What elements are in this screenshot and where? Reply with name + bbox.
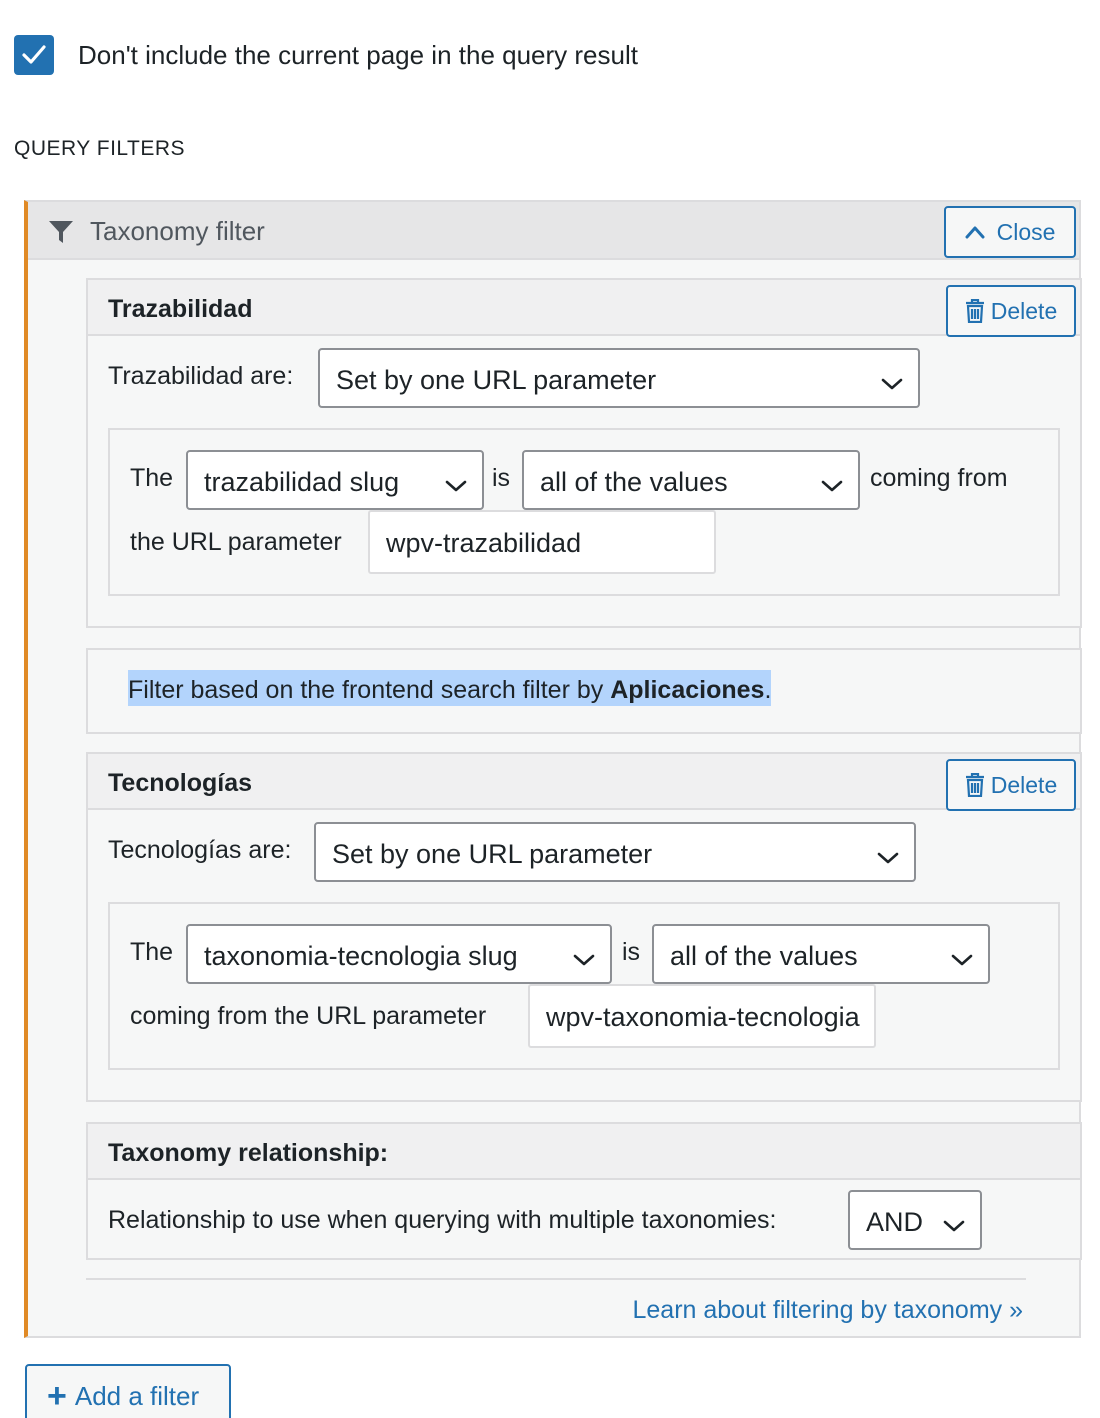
operator-select[interactable]: all of the values [652,924,990,984]
chevron-down-icon [876,842,900,873]
panel-head: Tecnologías [88,754,1080,810]
frontend-filter-info: Filter based on the frontend search filt… [86,648,1082,734]
chevron-down-icon [942,1210,966,1241]
url-param-input[interactable]: wpv-taxonomia-tecnologia [528,984,876,1048]
info-prefix: Filter based on the frontend search filt… [128,676,611,704]
the-label: The [130,464,174,492]
field-value: trazabilidad slug [204,467,400,497]
delete-button[interactable]: Delete [946,759,1076,811]
chevron-down-icon [572,944,596,975]
close-button[interactable]: Close [944,206,1076,258]
filter-header: Taxonomy filter [28,202,1079,260]
is-label: is [492,464,511,492]
operator-value: all of the values [540,467,728,497]
chevron-down-icon [880,368,904,399]
trash-icon [965,299,985,323]
chevron-down-icon [950,944,974,975]
field-select[interactable]: trazabilidad slug [186,450,484,510]
panel-title: Tecnologías [108,769,253,797]
is-label: is [622,938,641,966]
relationship-head: Taxonomy relationship: [88,1124,1080,1180]
filter-panel-trazabilidad: Trazabilidad Delete Trazabilidad are: Se… [86,278,1082,628]
close-label: Close [996,218,1056,245]
exclude-current-checkbox[interactable] [14,35,54,75]
filter-panel-tecnologias: Tecnologías Delete Tecnologías are: Set … [86,752,1082,1102]
delete-button[interactable]: Delete [946,285,1076,337]
section-title: QUERY FILTERS [14,137,186,160]
exclude-current-row: Don't include the current page in the qu… [14,35,638,75]
mode-select[interactable]: Set by one URL parameter [314,822,916,882]
funnel-icon [48,219,74,252]
learn-filtering-link[interactable]: Learn about filtering by taxonomy » [632,1296,1023,1325]
info-taxonomy-name: Aplicaciones [610,676,765,704]
filter-title: Taxonomy filter [90,216,265,246]
url-param-value: wpv-taxonomia-tecnologia [546,1002,860,1032]
plus-icon: + [47,1377,67,1415]
relationship-value: AND [866,1207,924,1237]
relationship-select[interactable]: AND [848,1190,982,1250]
chevron-down-icon [820,470,844,501]
delete-label: Delete [990,771,1058,798]
param-settings-box: The trazabilidad slug is all of the valu… [108,428,1060,596]
divider [86,1278,1026,1280]
mode-value: Set by one URL parameter [332,839,653,869]
delete-label: Delete [990,297,1058,324]
field-value: taxonomia-tecnologia slug [204,941,518,971]
url-param-label: the URL parameter [130,528,342,556]
url-param-value: wpv-trazabilidad [386,528,582,558]
coming-from-label: coming from [870,464,1008,492]
field-select[interactable]: taxonomia-tecnologia slug [186,924,612,984]
are-label: Trazabilidad are: [108,362,294,390]
url-param-input[interactable]: wpv-trazabilidad [368,510,716,574]
chevron-down-icon [444,470,468,501]
taxonomy-relationship-panel: Taxonomy relationship: Relationship to u… [86,1122,1082,1260]
param-settings-box: The taxonomia-tecnologia slug is all of … [108,902,1060,1070]
mode-value: Set by one URL parameter [336,365,657,395]
chevron-up-icon [965,225,985,239]
exclude-current-label[interactable]: Don't include the current page in the qu… [78,40,638,71]
add-filter-label: Add a filter [74,1380,200,1411]
taxonomy-filter-box: Taxonomy filter Close Trazabilidad Delet… [24,200,1082,1338]
trash-icon [965,773,985,797]
relationship-label: Relationship to use when querying with m… [108,1206,777,1234]
the-label: The [130,938,174,966]
panel-title: Trazabilidad [108,295,253,323]
relationship-title: Taxonomy relationship: [108,1139,389,1167]
add-filter-button[interactable]: + Add a filter [25,1364,231,1418]
mode-select[interactable]: Set by one URL parameter [318,348,920,408]
info-text: Filter based on the frontend search filt… [128,670,772,706]
url-param-label: coming from the URL parameter [130,1002,487,1030]
operator-select[interactable]: all of the values [522,450,860,510]
check-icon [22,45,46,64]
operator-value: all of the values [670,941,858,971]
panel-head: Trazabilidad [88,280,1080,336]
are-label: Tecnologías are: [108,836,292,864]
info-suffix: . [764,676,772,704]
